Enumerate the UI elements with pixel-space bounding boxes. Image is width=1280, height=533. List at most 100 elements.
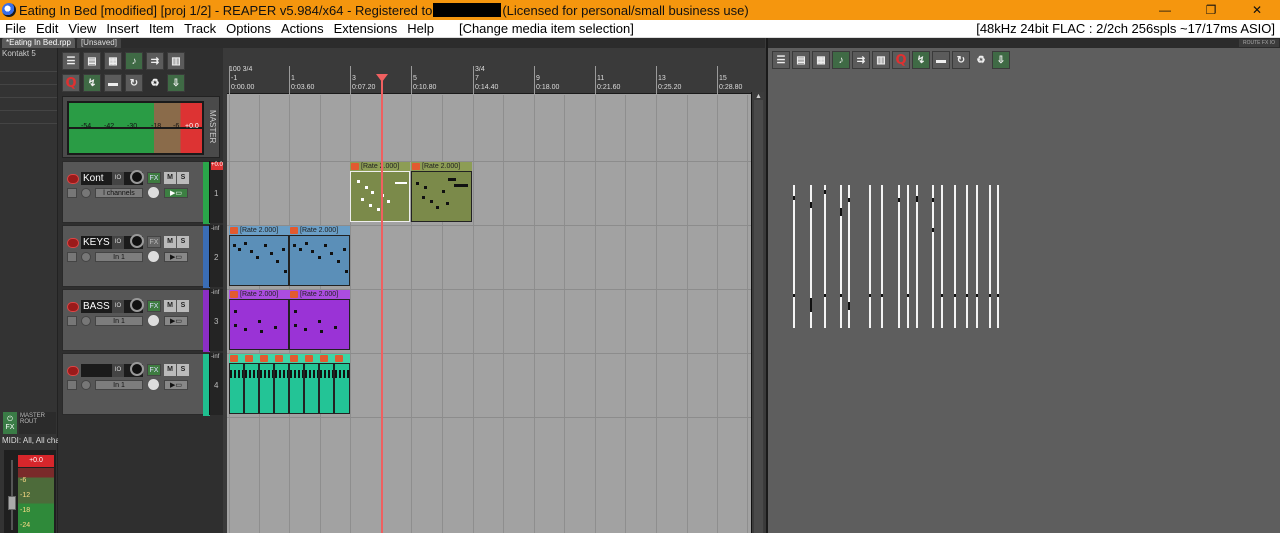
phase-button[interactable]: [81, 380, 91, 390]
master-track[interactable]: -54 -42 -30 -18 -6 +0.0 MASTER: [62, 96, 220, 158]
midi-item[interactable]: [Rate 2.000]: [289, 226, 350, 286]
scroll-up-icon[interactable]: ▲: [755, 93, 762, 100]
item-list-icon[interactable]: ▥: [167, 52, 185, 70]
midi-item[interactable]: [Rate 2.000]: [229, 226, 289, 286]
record-arm-button[interactable]: [67, 238, 79, 248]
midi-item[interactable]: [304, 354, 319, 414]
mixer-icon[interactable]: ▤: [792, 51, 810, 69]
master-io-button[interactable]: MASTER ROUT: [19, 412, 56, 434]
fx-button[interactable]: FX: [147, 300, 161, 312]
menu-view[interactable]: View: [63, 21, 101, 36]
monitor-button[interactable]: [67, 316, 77, 326]
track-3[interactable]: BASS IO FX M S In 1 ▶▭: [62, 289, 210, 352]
midi-icon[interactable]: ▬: [104, 74, 122, 92]
settings-icon[interactable]: ⇩: [167, 74, 185, 92]
menu-extensions[interactable]: Extensions: [329, 21, 403, 36]
minimize-button[interactable]: —: [1142, 0, 1188, 20]
solo-button[interactable]: S: [177, 236, 189, 248]
midi-item[interactable]: [Rate 2.000]: [289, 290, 350, 350]
fx-button[interactable]: FX: [147, 236, 161, 248]
mixer-icon[interactable]: ▤: [83, 52, 101, 70]
vertical-scrollbar[interactable]: ▲: [751, 92, 764, 533]
fx-button[interactable]: FX: [147, 172, 161, 184]
track-io-button[interactable]: IO: [112, 172, 124, 185]
input-select[interactable]: l channels: [95, 188, 143, 198]
item-list-icon[interactable]: ▥: [872, 51, 890, 69]
midi-icon[interactable]: ▬: [932, 51, 950, 69]
envelope-button[interactable]: ▶▭: [164, 316, 188, 326]
record-arm-button[interactable]: [67, 174, 79, 184]
project-tab-unsaved[interactable]: [Unsaved]: [76, 38, 121, 48]
phase-button[interactable]: [81, 188, 91, 198]
mute-button[interactable]: M: [164, 236, 176, 248]
midi-item[interactable]: [229, 354, 244, 414]
render-icon[interactable]: ♻: [972, 51, 990, 69]
close-button[interactable]: ✕: [1234, 0, 1280, 20]
midi-item[interactable]: [334, 354, 350, 414]
volume-knob[interactable]: [130, 234, 144, 248]
track-io-button[interactable]: IO: [112, 300, 124, 313]
track-io-button[interactable]: IO: [112, 364, 124, 377]
volume-knob[interactable]: [130, 170, 144, 184]
input-select[interactable]: In 1: [95, 380, 143, 390]
record-arm-button[interactable]: [67, 366, 79, 376]
monitor-button[interactable]: [67, 252, 77, 262]
midi-item[interactable]: [259, 354, 274, 414]
grid-icon[interactable]: ▦: [812, 51, 830, 69]
pan-knob[interactable]: [147, 186, 160, 199]
midi-item[interactable]: [244, 354, 259, 414]
envelope-button[interactable]: ▶▭: [164, 252, 188, 262]
menu-file[interactable]: File: [0, 21, 31, 36]
input-select[interactable]: In 1: [95, 252, 143, 262]
solo-button[interactable]: S: [177, 364, 189, 376]
midi-item[interactable]: [Rate 2.000]: [411, 162, 472, 222]
menu-item[interactable]: Item: [144, 21, 179, 36]
scrollbar-thumb[interactable]: [754, 100, 763, 533]
quantize-icon[interactable]: Q: [62, 74, 80, 92]
solo-button[interactable]: S: [177, 300, 189, 312]
midi-item[interactable]: [319, 354, 334, 414]
loop-icon[interactable]: ↻: [952, 51, 970, 69]
track-4[interactable]: IO FX M S In 1 ▶▭: [62, 353, 210, 416]
project-tab-eating-in-bed[interactable]: *Eating In Bed.rpp: [2, 38, 75, 48]
metronome-icon[interactable]: ♪: [125, 52, 143, 70]
midi-item[interactable]: [Rate 2.000]: [229, 290, 289, 350]
phase-button[interactable]: [81, 316, 91, 326]
track-1[interactable]: Kont IO FX M S l channels ▶▭: [62, 161, 210, 224]
audio-device-status[interactable]: [48kHz 24bit FLAC : 2/2ch 256spls ~17/17…: [976, 21, 1275, 36]
track-io-button[interactable]: IO: [112, 236, 124, 249]
monitor-button[interactable]: [67, 188, 77, 198]
menu-insert[interactable]: Insert: [101, 21, 144, 36]
phase-button[interactable]: [81, 252, 91, 262]
metronome-icon[interactable]: ♪: [832, 51, 850, 69]
restore-button[interactable]: ❐: [1188, 0, 1234, 20]
pan-knob[interactable]: [147, 314, 160, 327]
settings-icon[interactable]: ⇩: [992, 51, 1010, 69]
volume-knob[interactable]: [130, 362, 144, 376]
volume-knob[interactable]: [130, 298, 144, 312]
mute-button[interactable]: M: [164, 364, 176, 376]
snap-icon[interactable]: ↯: [83, 74, 101, 92]
timeline-ruler[interactable]: 100 3/4 3/4 -1 0:00.00 1 0:03.60 3 0:07.…: [227, 66, 751, 94]
fx-button[interactable]: FX: [147, 364, 161, 376]
pan-knob[interactable]: [147, 378, 160, 391]
ripple-icon[interactable]: ⇉: [852, 51, 870, 69]
loop-icon[interactable]: ↻: [125, 74, 143, 92]
tempo-marker[interactable]: 100 3/4: [229, 66, 252, 73]
pan-knob[interactable]: [147, 250, 160, 263]
track-lane-1[interactable]: [227, 162, 751, 226]
dock-mini-button[interactable]: ROUTE FX IO: [1239, 39, 1279, 47]
solo-button[interactable]: S: [177, 172, 189, 184]
menu-track[interactable]: Track: [179, 21, 221, 36]
time-signature-marker[interactable]: 3/4: [475, 66, 485, 73]
menu-help[interactable]: Help: [402, 21, 439, 36]
envelope-button[interactable]: ▶▭: [164, 188, 188, 198]
midi-item[interactable]: [289, 354, 304, 414]
menu-actions[interactable]: Actions: [276, 21, 329, 36]
monitor-button[interactable]: [67, 380, 77, 390]
track-2[interactable]: KEYS IO FX M S In 1 ▶▭: [62, 225, 210, 288]
render-icon[interactable]: ♻: [146, 74, 164, 92]
arrange-view[interactable]: 100 3/4 3/4 -1 0:00.00 1 0:03.60 3 0:07.…: [227, 66, 751, 533]
menu-edit[interactable]: Edit: [31, 21, 63, 36]
record-arm-button[interactable]: [67, 302, 79, 312]
